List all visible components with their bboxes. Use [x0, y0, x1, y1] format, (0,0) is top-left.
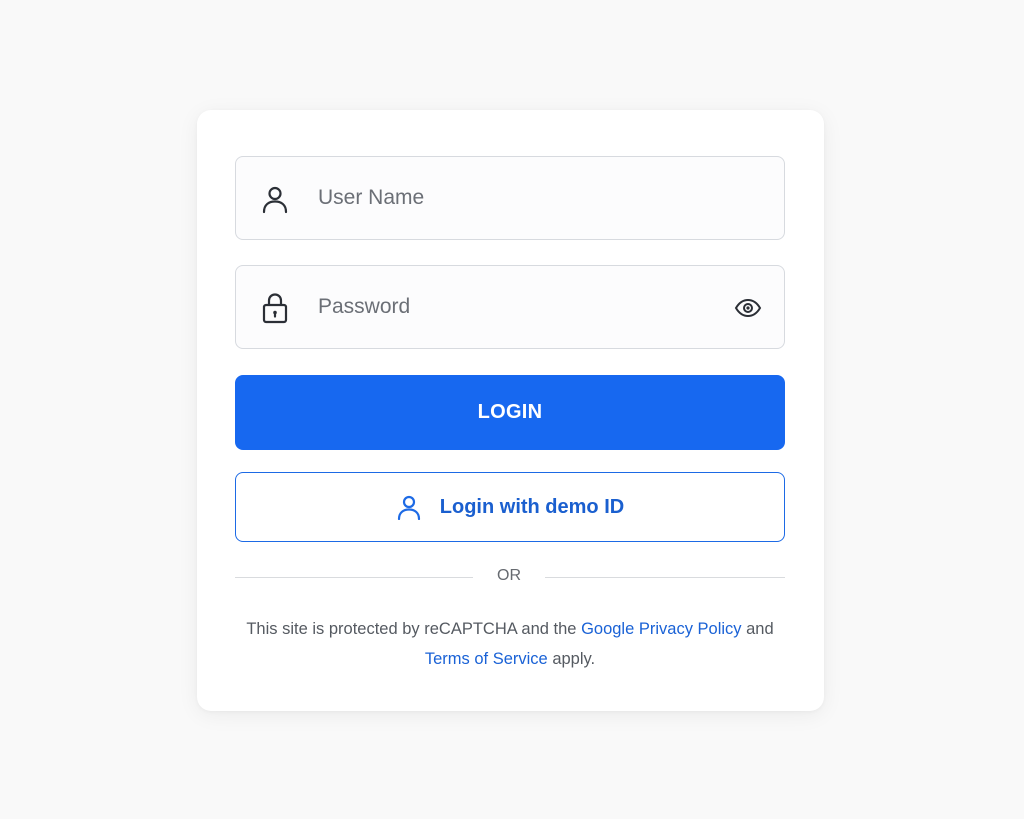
- user-icon: [396, 494, 422, 520]
- password-field[interactable]: [235, 265, 785, 349]
- login-button[interactable]: LOGIN: [235, 375, 785, 450]
- username-input[interactable]: [318, 157, 718, 239]
- privacy-policy-link[interactable]: Google Privacy Policy: [581, 620, 741, 638]
- terms-of-service-link[interactable]: Terms of Service: [425, 650, 548, 668]
- legal-middle: and: [741, 620, 774, 638]
- lock-icon: [258, 291, 292, 325]
- divider-line-left: [235, 577, 473, 578]
- or-text: OR: [497, 567, 521, 584]
- password-input[interactable]: [318, 266, 718, 348]
- demo-login-label: Login with demo ID: [439, 495, 625, 518]
- login-card: LOGIN Login with demo ID OR This site is…: [197, 110, 824, 711]
- divider-line-right: [545, 577, 785, 578]
- username-field[interactable]: [235, 156, 785, 240]
- legal-prefix: This site is protected by reCAPTCHA and …: [246, 620, 582, 638]
- legal-suffix: apply.: [547, 650, 596, 668]
- recaptcha-notice: This site is protected by reCAPTCHA and …: [235, 614, 785, 674]
- user-icon: [258, 182, 292, 216]
- eye-icon[interactable]: [732, 292, 764, 324]
- demo-login-button[interactable]: Login with demo ID: [235, 472, 785, 542]
- or-divider: OR: [235, 566, 785, 588]
